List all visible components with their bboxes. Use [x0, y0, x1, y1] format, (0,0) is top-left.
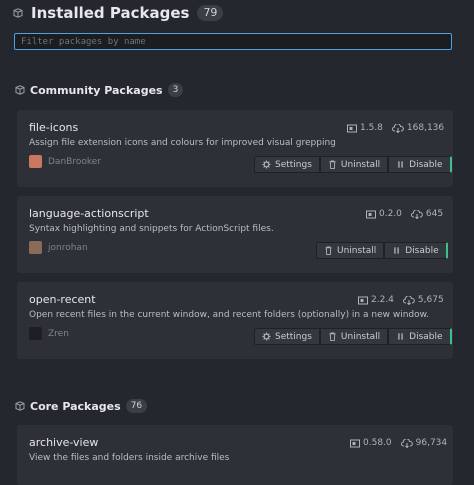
core-title: Core Packages — [30, 399, 121, 413]
cloud-download-icon — [391, 123, 404, 133]
tag-icon — [347, 124, 357, 132]
package-downloads: 645 — [425, 209, 444, 219]
pause-icon — [398, 161, 403, 168]
package-downloads: 168,136 — [406, 123, 445, 133]
gear-icon — [262, 160, 271, 169]
package-icon — [15, 401, 25, 411]
package-stats: 0.58.0 96,734 — [350, 438, 447, 448]
disable-label: Disable — [409, 159, 443, 170]
package-icon — [15, 85, 25, 95]
package-downloads: 5,675 — [417, 295, 444, 305]
tag-icon — [350, 439, 360, 447]
settings-label: Settings — [275, 159, 312, 170]
settings-button[interactable]: Settings — [254, 156, 320, 173]
cloud-download-icon — [400, 438, 413, 448]
pause-icon — [394, 247, 399, 254]
package-description: Open recent files in the current window,… — [29, 310, 430, 320]
core-header: Core Packages 76 — [15, 399, 148, 413]
tag-icon — [366, 210, 376, 218]
package-version: 0.58.0 — [363, 438, 392, 448]
package-actions: Uninstall Disable — [316, 242, 448, 259]
package-actions: Settings Uninstall Disable — [254, 156, 452, 173]
cloud-download-icon — [402, 295, 415, 305]
package-description: Syntax highlighting and snippets for Act… — [29, 224, 274, 234]
trash-icon — [329, 332, 336, 341]
package-description: Assign file extension icons and colours … — [29, 138, 336, 148]
package-version: 0.2.0 — [379, 209, 402, 219]
trash-icon — [325, 246, 332, 255]
package-stats: 1.5.8 168,136 — [347, 123, 444, 133]
package-actions: Settings Uninstall Disable — [254, 328, 452, 345]
disable-button[interactable]: Disable — [388, 328, 452, 345]
settings-button[interactable]: Settings — [254, 328, 320, 345]
avatar — [29, 155, 42, 168]
package-author[interactable]: jonrohan — [29, 241, 88, 254]
package-version: 2.2.4 — [371, 295, 394, 305]
disable-label: Disable — [409, 331, 443, 342]
package-name[interactable]: archive-view — [29, 436, 98, 449]
community-title: Community Packages — [30, 83, 163, 97]
installed-header: Installed Packages 79 — [13, 4, 224, 22]
package-description: View the files and folders inside archiv… — [29, 453, 230, 463]
uninstall-button[interactable]: Uninstall — [319, 328, 389, 345]
disable-button[interactable]: Disable — [388, 156, 452, 173]
package-author[interactable]: DanBrooker — [29, 155, 101, 168]
package-author[interactable]: Zren — [29, 327, 69, 340]
author-name[interactable]: DanBrooker — [48, 157, 101, 167]
package-stats: 2.2.4 5,675 — [358, 295, 444, 305]
package-name[interactable]: open-recent — [29, 293, 96, 306]
uninstall-label: Uninstall — [340, 331, 381, 342]
settings-label: Settings — [275, 331, 312, 342]
uninstall-label: Uninstall — [340, 159, 381, 170]
core-count-badge: 76 — [125, 399, 148, 413]
author-name[interactable]: jonrohan — [48, 243, 88, 253]
installed-title: Installed Packages — [31, 4, 190, 22]
cloud-download-icon — [410, 209, 423, 219]
package-version: 1.5.8 — [360, 123, 383, 133]
package-name[interactable]: language-actionscript — [29, 207, 149, 220]
filter-field[interactable] — [14, 33, 452, 50]
package-downloads: 96,734 — [415, 438, 448, 448]
disable-label: Disable — [405, 245, 439, 256]
tag-icon — [358, 296, 368, 304]
uninstall-label: Uninstall — [337, 245, 377, 256]
installed-count-badge: 79 — [197, 5, 224, 21]
author-name[interactable]: Zren — [48, 329, 69, 339]
package-stats: 0.2.0 645 — [366, 209, 443, 219]
pause-icon — [398, 333, 403, 340]
uninstall-button[interactable]: Uninstall — [316, 242, 385, 259]
trash-icon — [329, 160, 336, 169]
filter-input[interactable] — [15, 34, 451, 50]
avatar — [29, 241, 42, 254]
uninstall-button[interactable]: Uninstall — [319, 156, 389, 173]
package-card-archive-view[interactable]: archive-view 0.58.0 96,734 View the file… — [17, 425, 453, 485]
community-header: Community Packages 3 — [15, 83, 184, 97]
package-icon — [13, 8, 23, 18]
package-card-open-recent[interactable]: open-recent 2.2.4 5,675 Open recent file… — [17, 282, 453, 359]
disable-button[interactable]: Disable — [384, 242, 448, 259]
package-name[interactable]: file-icons — [29, 121, 78, 134]
gear-icon — [262, 332, 271, 341]
community-count-badge: 3 — [167, 83, 184, 97]
avatar — [29, 327, 42, 340]
package-card-language-actionscript[interactable]: language-actionscript 0.2.0 645 Syntax h… — [17, 196, 453, 273]
package-card-file-icons[interactable]: file-icons 1.5.8 168,136 Assign file ext… — [17, 110, 453, 187]
